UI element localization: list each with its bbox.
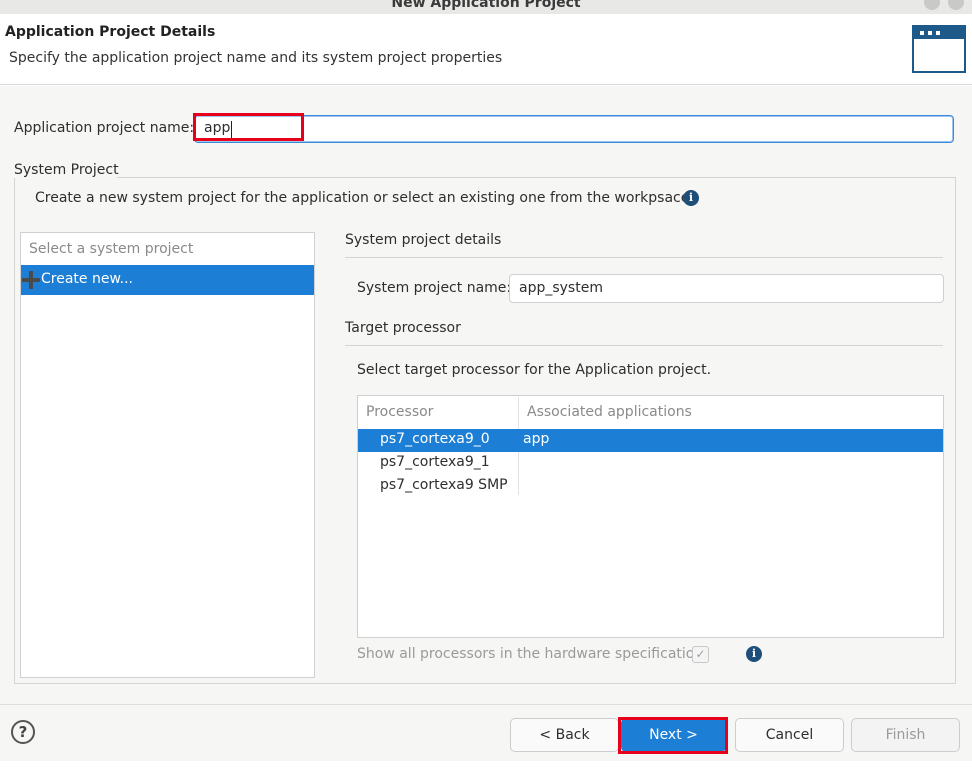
app-project-name-input[interactable]: app <box>194 115 954 143</box>
window-title: New Application Project <box>391 0 581 11</box>
apps-cell: app <box>523 431 550 447</box>
processor-cell: ps7_cortexa9_0 <box>380 431 490 447</box>
text-caret <box>231 121 232 138</box>
wizard-header: Application Project Details Specify the … <box>0 14 972 85</box>
processor-table[interactable]: Processor Associated applications ps7_co… <box>357 395 944 638</box>
column-header-processor[interactable]: Processor <box>366 404 433 420</box>
page-description: Specify the application project name and… <box>9 50 503 66</box>
app-project-name-label: Application project name: <box>14 120 195 136</box>
bottom-edge <box>0 761 972 767</box>
target-processor-heading: Target processor <box>345 320 461 336</box>
cancel-button[interactable]: Cancel <box>735 718 844 752</box>
window-title-bar: New Application Project <box>0 0 972 14</box>
back-button[interactable]: < Back <box>510 718 619 752</box>
processor-cell: ps7_cortexa9 SMP <box>380 477 508 493</box>
system-project-list[interactable]: Select a system project Create new... <box>20 232 315 678</box>
system-project-description: Create a new system project for the appl… <box>35 190 690 206</box>
processor-cell: ps7_cortexa9_1 <box>380 454 490 470</box>
page-title: Application Project Details <box>5 24 216 40</box>
wizard-banner-icon <box>912 25 966 73</box>
target-separator <box>345 345 943 346</box>
plus-icon <box>22 271 40 289</box>
next-button[interactable]: Next > <box>621 718 726 752</box>
column-header-associated-applications[interactable]: Associated applications <box>527 404 692 420</box>
system-project-name-input[interactable]: app_system <box>509 274 944 303</box>
system-project-details-heading: System project details <box>345 232 502 248</box>
system-project-name-value: app_system <box>519 280 603 296</box>
table-row[interactable]: ps7_cortexa9_1 <box>358 452 943 475</box>
show-all-processors-checkbox[interactable]: ✓ <box>692 646 709 663</box>
group-border-top <box>117 177 956 178</box>
info-icon[interactable]: i <box>683 190 699 206</box>
details-separator <box>345 257 943 258</box>
list-item-create-new[interactable]: Create new... <box>21 265 314 295</box>
system-project-list-header: Select a system project <box>29 241 194 257</box>
table-row[interactable]: ps7_cortexa9 SMP <box>358 475 943 498</box>
finish-button[interactable]: Finish <box>851 718 960 752</box>
help-icon[interactable]: ? <box>11 720 35 744</box>
system-project-name-label: System project name: <box>357 280 512 296</box>
system-project-group-label: System Project <box>14 162 119 178</box>
list-item-label: Create new... <box>41 271 133 287</box>
app-project-name-value: app <box>204 120 231 136</box>
target-processor-instruction: Select target processor for the Applicat… <box>357 362 712 378</box>
table-row[interactable]: ps7_cortexa9_0 app <box>358 429 943 452</box>
info-icon[interactable]: i <box>746 646 762 662</box>
show-all-processors-label: Show all processors in the hardware spec… <box>357 646 704 662</box>
